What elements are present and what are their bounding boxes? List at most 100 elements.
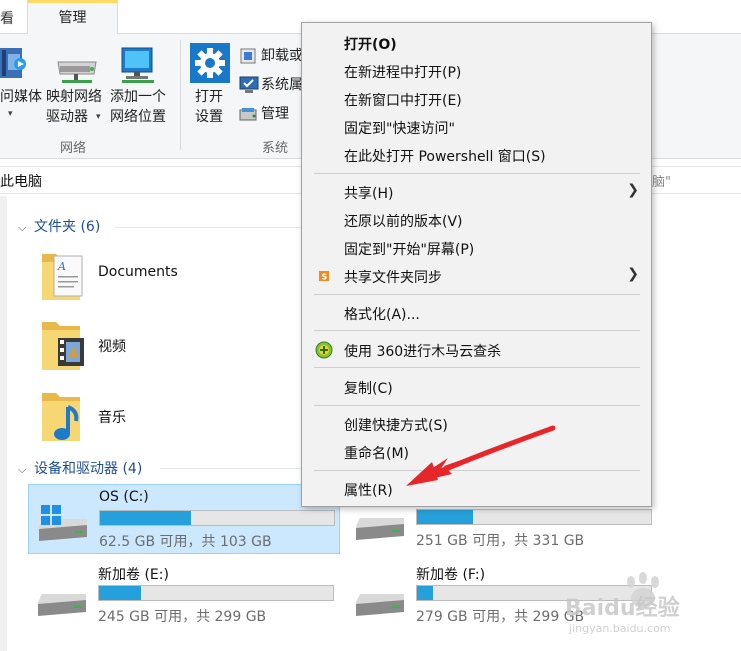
open-settings-line1[interactable]: 打开: [195, 87, 223, 107]
menu-separator: [314, 173, 640, 174]
computer-manage-button[interactable]: 管理: [261, 104, 289, 124]
media-server-icon[interactable]: [0, 44, 30, 84]
sync-icon: S: [316, 268, 332, 284]
media-label[interactable]: 问媒体: [0, 87, 42, 107]
menu-separator: [314, 330, 640, 331]
tab-manage[interactable]: 管理: [27, 0, 118, 35]
menu-item-label: 固定到"快速访问": [344, 121, 455, 137]
menu-item-label: 使用 360进行木马云查杀: [344, 344, 502, 360]
menu-item-label: 在此处打开 Powershell 窗口(S): [344, 149, 546, 165]
menu-separator: [314, 294, 640, 295]
windows-drive-icon: [35, 505, 91, 545]
360-scan-icon: [315, 341, 333, 359]
menu-item-label: 复制(C): [344, 381, 393, 397]
section-header-folders[interactable]: ⌵ 文件夹 (6): [18, 216, 100, 236]
menu-item-rename[interactable]: 重命名(M): [302, 438, 651, 466]
drive-free-space: 251 GB 可用，共 331 GB: [416, 533, 585, 549]
menu-separator: [314, 367, 640, 368]
map-network-drive-icon[interactable]: [56, 52, 98, 86]
menu-item-label: 格式化(A)...: [344, 307, 420, 323]
map-network-drive-line2[interactable]: 驱动器: [46, 107, 88, 127]
menu-item-label: 属性(R): [344, 483, 393, 499]
drive-name: 新加卷 (F:): [416, 567, 486, 583]
menu-item-open-new-process[interactable]: 在新进程中打开(P): [302, 57, 651, 85]
drive-name: 新加卷 (E:): [98, 567, 169, 583]
drive-c-tile[interactable]: OS (C:) 62.5 GB 可用，共 103 GB: [28, 484, 340, 554]
menu-item-label: 打开(O): [344, 37, 397, 53]
drive-free-space: 279 GB 可用，共 299 GB: [416, 609, 585, 625]
computer-manage-icon[interactable]: [239, 106, 259, 122]
drive-usage-bar: [99, 510, 335, 526]
section-header-devices[interactable]: ⌵ 设备和驱动器 (4): [18, 458, 142, 478]
address-path[interactable]: 此电脑: [0, 171, 42, 191]
menu-item-pin-start[interactable]: 固定到"开始"屏幕(P): [302, 234, 651, 262]
hard-drive-icon: [34, 580, 90, 620]
add-network-location-line1[interactable]: 添加一个: [110, 87, 166, 107]
menu-item-pin-quick-access[interactable]: 固定到"快速访问": [302, 113, 651, 141]
menu-item-label: 共享(H): [344, 186, 394, 202]
uninstall-program-icon[interactable]: [239, 47, 257, 65]
drive-usage-fill: [417, 586, 434, 600]
search-box-fragment[interactable]: 脑": [652, 171, 671, 190]
menu-item-copy[interactable]: 复制(C): [302, 373, 651, 401]
menu-item-shared-folder-sync[interactable]: S 共享文件夹同步 ❯: [302, 262, 651, 290]
folder-videos[interactable]: 视频: [40, 320, 240, 380]
menu-item-open-powershell[interactable]: 在此处打开 Powershell 窗口(S): [302, 141, 651, 169]
menu-item-open[interactable]: 打开(O): [302, 29, 651, 57]
menu-item-label: 在新进程中打开(P): [344, 65, 462, 81]
baidu-watermark-logo: Baidu经验 jingyan.baidu.com: [565, 572, 735, 642]
menu-item-restore-versions[interactable]: 还原以前的版本(V): [302, 206, 651, 234]
map-network-drive-line1[interactable]: 映射网络: [46, 87, 102, 107]
submenu-arrow-icon: ❯: [627, 266, 639, 282]
watermark-brand: Baidu经验: [565, 596, 680, 621]
tab-view[interactable]: 看: [0, 8, 14, 28]
menu-item-label: 共享文件夹同步: [344, 270, 442, 286]
menu-item-create-shortcut[interactable]: 创建快捷方式(S): [302, 410, 651, 438]
drive-usage-fill: [99, 586, 142, 600]
menu-item-360-scan[interactable]: 使用 360进行木马云查杀: [302, 336, 651, 364]
menu-item-format[interactable]: 格式化(A)...: [302, 299, 651, 327]
menu-item-label: 重命名(M): [344, 446, 410, 462]
settings-gear-icon[interactable]: [190, 43, 230, 83]
svg-text:S: S: [322, 273, 328, 282]
videos-folder-icon: [40, 320, 88, 374]
menu-item-label: 创建快捷方式(S): [344, 418, 448, 434]
add-network-location-line2[interactable]: 网络位置: [110, 107, 166, 127]
drive-usage-fill: [417, 510, 474, 524]
chevron-down-icon[interactable]: ⌵: [18, 463, 30, 477]
menu-separator: [314, 470, 640, 471]
drive-name: OS (C:): [99, 489, 149, 505]
menu-separator: [314, 405, 640, 406]
folder-documents[interactable]: A Documents: [40, 248, 240, 308]
drive-free-space: 62.5 GB 可用，共 103 GB: [99, 534, 272, 550]
open-settings-line2[interactable]: 设置: [195, 107, 223, 127]
section-divider: [160, 468, 301, 469]
folder-label: 视频: [98, 339, 126, 355]
ribbon-separator: [180, 40, 181, 150]
svg-text:A: A: [57, 260, 66, 273]
system-properties-button[interactable]: 系统属: [261, 75, 303, 95]
add-network-location-icon[interactable]: [118, 46, 160, 86]
dropdown-chevron-icon[interactable]: ▾: [96, 107, 101, 127]
devices-header-label: 设备和驱动器 (4): [34, 461, 143, 477]
menu-item-share[interactable]: 共享(H) ❯: [302, 178, 651, 206]
menu-item-open-new-window[interactable]: 在新窗口中打开(E): [302, 85, 651, 113]
navigation-pane-edge[interactable]: [0, 196, 7, 651]
drive-e-tile[interactable]: 新加卷 (E:) 245 GB 可用，共 299 GB: [28, 560, 340, 630]
drive-usage-bar: [98, 585, 334, 601]
hard-drive-icon: [352, 580, 408, 620]
group-label-network: 网络: [60, 141, 87, 156]
uninstall-program-button[interactable]: 卸载或: [261, 46, 303, 66]
menu-item-properties[interactable]: 属性(R): [302, 475, 651, 503]
system-properties-icon[interactable]: [239, 76, 259, 94]
folder-label: 音乐: [98, 410, 126, 426]
music-folder-icon: [40, 391, 88, 445]
drive-usage-bar: [416, 509, 652, 525]
menu-item-label: 在新窗口中打开(E): [344, 93, 462, 109]
hard-drive-icon: [352, 504, 408, 544]
folders-header-label: 文件夹 (6): [34, 219, 101, 235]
menu-item-label: 还原以前的版本(V): [344, 214, 463, 230]
dropdown-chevron-icon[interactable]: ▾: [8, 104, 13, 124]
folder-music[interactable]: 音乐: [40, 391, 240, 451]
chevron-down-icon[interactable]: ⌵: [18, 221, 30, 235]
